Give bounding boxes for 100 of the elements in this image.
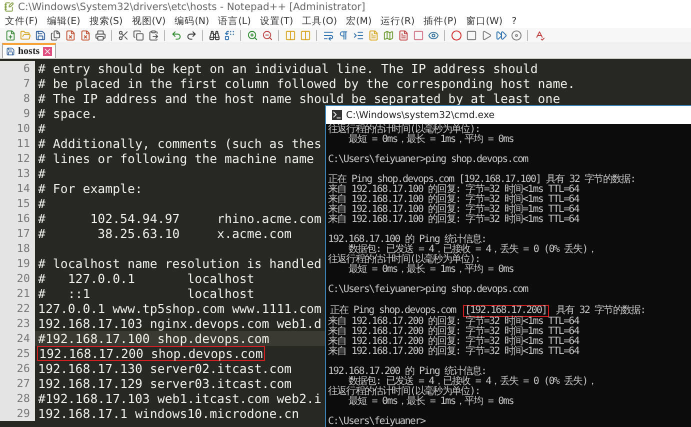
redo-button[interactable] [185, 29, 197, 41]
save-button[interactable] [34, 29, 46, 41]
code-line: # lines or following the machine name [37, 151, 316, 166]
close-file-button[interactable] [64, 29, 76, 41]
code-line: # [37, 196, 46, 211]
printer-button[interactable] [94, 29, 106, 41]
function-list-button[interactable] [397, 29, 409, 41]
menu-item[interactable]: 窗口(W) [466, 14, 503, 28]
console-text: 来自 192.168.17.200 的回复: 字节=32 时间<1ms TTL=64 [328, 317, 579, 327]
window-title: C:\Windows\System32\drivers\etc\hosts - Notepad++ [Administrator] [18, 2, 366, 12]
code-line: # For example: [37, 181, 144, 196]
new-file-button[interactable] [4, 29, 16, 41]
console-text: 数据包: 已发送 = 4，已接收 = 4，丢失 = 0 (0% 丢失)， [348, 377, 596, 387]
file-tab[interactable]: hosts [2, 43, 56, 58]
code-line: # ::1 localhost [37, 286, 256, 301]
search-button[interactable] [208, 29, 220, 41]
save-icon [6, 47, 15, 56]
console-text: 往返行程的估计时间(以毫秒为单位): [328, 125, 480, 135]
code-line: # [37, 121, 46, 136]
pilcrow-button[interactable] [337, 29, 349, 41]
line-number: 14 [0, 181, 35, 196]
code-line: 127.0.0.1 www.tp5shop.com www.1111.com [37, 301, 322, 316]
line-number: 27 [0, 376, 35, 391]
line-number: 29 [0, 406, 35, 421]
line-number: 12 [0, 151, 35, 166]
code-line: 192.168.17.129 server03.itcast.com [37, 376, 293, 391]
close-icon[interactable] [42, 47, 52, 56]
menu-item[interactable]: 设置(T) [260, 14, 294, 28]
line-number: 11 [0, 136, 35, 151]
console-text: 来自 192.168.17.100 的回复: 字节=32 时间<1ms TTL=64 [328, 215, 579, 225]
code-line: # be placed in the first column followed by the corresponding host name. [37, 76, 576, 91]
line-number: 8 [0, 91, 35, 106]
console-text: 来自 192.168.17.100 的回复: 字节=32 时间<1ms TTL=64 [328, 185, 579, 195]
zoom-in-button[interactable] [246, 29, 258, 41]
files-button[interactable] [49, 29, 61, 41]
console-text: C:\Users\feiyuaner>ping shop.devops.com [328, 155, 528, 165]
menu-item[interactable]: 文件(F) [5, 14, 38, 28]
code-line: # localhost name resolution is handled [37, 256, 322, 271]
console-text: C:\Users\feiyuaner>ping shop.devops.com [328, 285, 528, 295]
fast-forward-button[interactable] [495, 29, 507, 41]
highlighted-console-text: [192.168.17.200] [462, 305, 549, 317]
menu-item[interactable]: 运行(R) [380, 14, 415, 28]
menu-item[interactable]: 编辑(E) [46, 14, 80, 28]
console-text: 数据包: 已发送 = 4，已接收 = 4，丢失 = 0 (0% 丢失)， [348, 245, 596, 255]
code-line: # [37, 166, 46, 181]
console-text: 往返行程的估计时间(以毫秒为单位): [328, 255, 480, 265]
code-line: # space. [37, 106, 99, 121]
line-number: 20 [0, 271, 35, 286]
console-text: 最短 = 0ms，最长 = 1ms，平均 = 0ms [347, 135, 514, 145]
code-line: #192.168.17.100 shop.devops.com [37, 331, 270, 346]
menu-item[interactable]: 插件(P) [424, 14, 457, 28]
line-number: 21 [0, 286, 35, 301]
console-text: 往返行程的估计时间(以毫秒为单位): [328, 387, 480, 397]
line-number: 22 [0, 301, 35, 316]
console-text: 具有 32 字节的数据: [554, 305, 646, 316]
line-number: 15 [0, 196, 35, 211]
copy-button[interactable] [132, 29, 144, 41]
console-text: C:\Users\feiyuaner> [328, 417, 426, 427]
code-line: # The IP address and the host name should be separated by at least one [37, 91, 562, 106]
wrap-button[interactable] [322, 29, 334, 41]
console-text: 192.168.17.200 的 Ping 统计信息: [328, 367, 486, 377]
menu-item[interactable]: 搜索(S) [89, 14, 123, 28]
menu-item[interactable]: 视图(V) [132, 14, 166, 28]
close-files-button[interactable] [79, 29, 91, 41]
line-number: 13 [0, 166, 35, 181]
console-text: 来自 192.168.17.100 的回复: 字节=32 时间=1ms TTL=64 [328, 205, 579, 215]
stop-button[interactable] [465, 29, 477, 41]
line-number: 7 [0, 76, 35, 91]
clipboard-button[interactable] [147, 29, 159, 41]
code-line: 192.168.17.1 windows10.microdone.cn [37, 406, 300, 421]
code-line: # 38.25.63.10 x.acme.com [37, 226, 293, 241]
scissors-button[interactable] [117, 29, 129, 41]
line-number: 18 [0, 241, 35, 256]
console-text: 来自 192.168.17.200 的回复: 字节=32 时间=1ms TTL=64 [328, 327, 579, 337]
line-number: 6 [0, 61, 35, 76]
console-text: 来自 192.168.17.200 的回复: 字节=32 时间<1ms TTL=64 [328, 337, 579, 347]
line-number: 17 [0, 226, 35, 241]
console-icon [332, 110, 342, 120]
menu-item[interactable]: 语言(L) [218, 14, 251, 28]
menu-item[interactable]: 编码(N) [174, 14, 210, 28]
menu-item[interactable]: 宏(M) [346, 14, 372, 28]
console-text: 最短 = 0ms，最长 = 1ms，平均 = 0ms [347, 397, 514, 407]
console-text: 来自 192.168.17.200 的回复: 字节=32 时间<1ms TTL=64 [328, 347, 579, 357]
record-button[interactable] [450, 29, 462, 41]
menu-item[interactable]: 工具(O) [302, 14, 338, 28]
play-button[interactable] [480, 29, 492, 41]
eye-button[interactable] [427, 29, 439, 41]
line-number: 16 [0, 211, 35, 226]
line-number: 9 [0, 106, 35, 121]
menu-item[interactable]: ? [512, 16, 517, 26]
zoom-out-button[interactable] [261, 29, 273, 41]
console-text: 最短 = 0ms，最长 = 1ms，平均 = 0ms [347, 265, 514, 275]
undo-button[interactable] [170, 29, 182, 41]
replace-button[interactable] [223, 29, 235, 41]
code-line: # 127.0.0.1 localhost [37, 271, 256, 286]
code-line: 192.168.17.103 nginx.devops.com web1.d [37, 316, 322, 331]
map-button[interactable] [382, 29, 394, 41]
line-number: 25 [0, 346, 35, 361]
console-title: C:\Windows\system32\cmd.exe [346, 110, 495, 120]
indent-button[interactable] [352, 29, 364, 41]
